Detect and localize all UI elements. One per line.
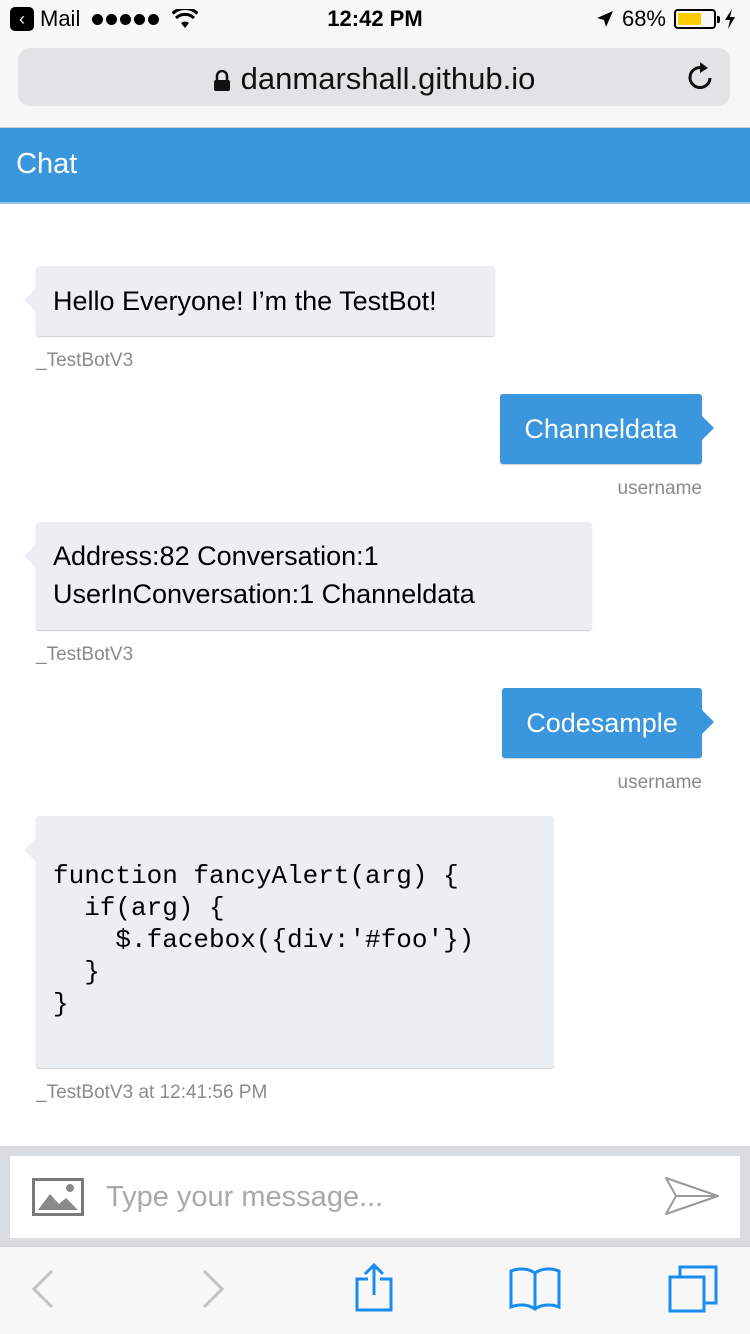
message-input[interactable] bbox=[106, 1170, 646, 1224]
lock-icon bbox=[213, 69, 230, 91]
address-bar[interactable]: danmarshall.github.io bbox=[18, 48, 730, 106]
message-sender: username bbox=[617, 772, 703, 793]
bookmarks-book-icon[interactable] bbox=[508, 1265, 562, 1311]
chat-header: Chat bbox=[0, 128, 750, 204]
bot-code-message: function fancyAlert(arg) { if(arg) { $.f… bbox=[24, 816, 554, 1068]
url-text: danmarshall.github.io bbox=[240, 61, 536, 96]
image-upload-icon[interactable] bbox=[32, 1178, 84, 1216]
compose-area bbox=[0, 1146, 750, 1246]
url-display[interactable]: danmarshall.github.io bbox=[18, 61, 730, 97]
send-icon[interactable] bbox=[664, 1176, 720, 1216]
browser-toolbar bbox=[0, 1246, 750, 1334]
message-text: Hello Everyone! I’m the TestBot! bbox=[53, 286, 437, 316]
message-text: Codesample bbox=[526, 708, 678, 738]
battery-fill bbox=[678, 13, 702, 25]
screen: ‹ Mail 12:42 PM 68% danmarshall.github.i… bbox=[0, 0, 750, 1334]
chat-title: Chat bbox=[16, 148, 78, 180]
code-block: function fancyAlert(arg) { if(arg) { $.f… bbox=[53, 861, 475, 1019]
message-text-line: Address:82 Conversation:1 bbox=[53, 541, 379, 571]
browser-address-area: danmarshall.github.io bbox=[0, 40, 750, 128]
location-arrow-icon bbox=[596, 11, 613, 27]
compose-box bbox=[10, 1156, 740, 1238]
user-message: Codesample bbox=[502, 688, 714, 758]
message-list[interactable]: Hello Everyone! I’m the TestBot! _TestBo… bbox=[0, 206, 750, 1146]
chevron-left-icon[interactable] bbox=[30, 1267, 56, 1311]
reload-icon[interactable] bbox=[686, 60, 716, 92]
user-message: Channeldata bbox=[500, 394, 714, 464]
message-sender-timestamp: _TestBotV3 at 12:41:56 PM bbox=[36, 1082, 268, 1103]
battery-icon bbox=[674, 9, 720, 29]
message-text-line: UserInConversation:1 Channeldata bbox=[53, 579, 475, 609]
battery-percent: 68% bbox=[621, 6, 666, 31]
tabs-icon[interactable] bbox=[668, 1265, 718, 1315]
message-sender: _TestBotV3 bbox=[36, 350, 134, 371]
message-text: Channeldata bbox=[524, 414, 678, 444]
bot-message: Address:82 Conversation:1 UserInConversa… bbox=[24, 522, 592, 630]
chevron-right-icon[interactable] bbox=[200, 1267, 226, 1311]
status-bar-right: 68% bbox=[596, 6, 736, 32]
status-bar: ‹ Mail 12:42 PM 68% bbox=[0, 0, 750, 40]
message-sender: username bbox=[617, 478, 703, 499]
charging-bolt-icon bbox=[725, 9, 735, 29]
share-icon[interactable] bbox=[354, 1263, 394, 1313]
message-sender: _TestBotV3 bbox=[36, 644, 134, 665]
bot-message: Hello Everyone! I’m the TestBot! bbox=[24, 266, 495, 336]
